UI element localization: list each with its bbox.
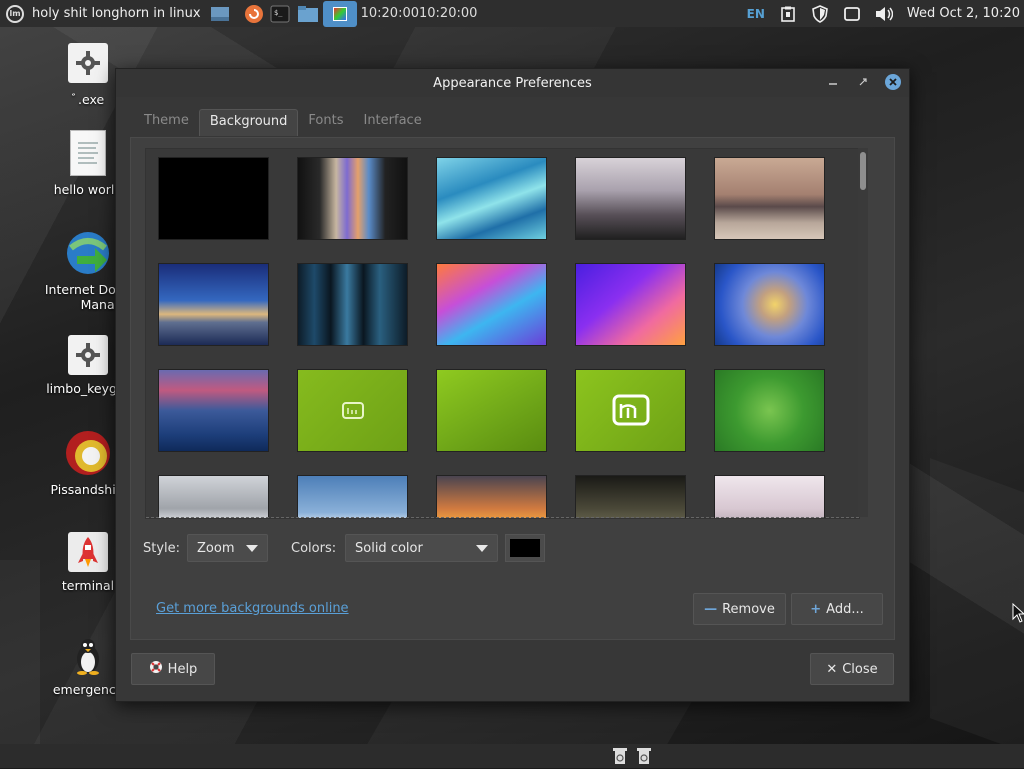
- thumbnail-scrollbar[interactable]: [858, 148, 868, 517]
- tab-fonts[interactable]: Fonts: [298, 109, 353, 135]
- scrollbar-thumb[interactable]: [860, 152, 866, 190]
- get-more-backgrounds-link[interactable]: Get more backgrounds online: [156, 601, 349, 616]
- tab-interface[interactable]: Interface: [353, 109, 431, 135]
- network-icon[interactable]: [843, 5, 861, 23]
- colors-label: Colors:: [291, 541, 337, 556]
- wallpaper-thumbnail[interactable]: [576, 370, 685, 451]
- wallpaper-thumbnail[interactable]: [437, 158, 546, 239]
- add-button[interactable]: + Add...: [791, 593, 883, 625]
- clipboard-icon[interactable]: [779, 5, 797, 23]
- volume-icon[interactable]: [875, 5, 893, 23]
- minus-icon: —: [704, 601, 718, 617]
- minimize-button[interactable]: [825, 74, 841, 90]
- remove-button[interactable]: — Remove: [693, 593, 786, 625]
- appearance-preferences-dialog: Appearance Preferences Theme Background …: [115, 68, 910, 702]
- mint-logo-icon: [342, 402, 364, 419]
- close-button[interactable]: ✕ Close: [810, 653, 894, 685]
- tab-theme[interactable]: Theme: [134, 109, 199, 135]
- dialog-titlebar[interactable]: Appearance Preferences: [116, 69, 909, 97]
- style-dropdown[interactable]: Zoom: [187, 534, 268, 562]
- shield-icon[interactable]: [811, 4, 829, 23]
- style-label: Style:: [143, 541, 181, 556]
- mint-menu-button[interactable]: lm: [4, 3, 26, 25]
- gear-icon: [68, 43, 108, 83]
- trash-full-icon[interactable]: [636, 746, 652, 765]
- colors-dropdown-value: Solid color: [355, 540, 423, 556]
- wallpaper-thumbnail[interactable]: [159, 476, 268, 518]
- keyboard-layout-indicator[interactable]: EN: [747, 7, 765, 21]
- files-folder-icon[interactable]: [297, 4, 319, 24]
- wallpaper-thumbnail[interactable]: [159, 158, 268, 239]
- penguin-icon: [68, 636, 108, 676]
- wallpaper-thumbnail[interactable]: [715, 158, 824, 239]
- clock-applet-text: 10:20:0010:20:00: [360, 6, 478, 21]
- text-document-icon: [70, 130, 106, 176]
- wallpaper-thumbnail[interactable]: [437, 476, 546, 518]
- add-button-label: Add...: [826, 601, 864, 617]
- wallpaper-thumbnail[interactable]: [576, 476, 685, 518]
- wallpaper-thumbnail[interactable]: [298, 370, 407, 451]
- rocket-icon: [68, 532, 108, 572]
- chevron-down-icon: [476, 544, 488, 552]
- svg-text:$_: $_: [274, 9, 283, 17]
- wallpaper-thumbnail[interactable]: [715, 476, 824, 518]
- wallpaper-thumbnail[interactable]: [159, 370, 268, 451]
- dialog-title: Appearance Preferences: [433, 75, 592, 91]
- help-button[interactable]: Help: [131, 653, 215, 685]
- idm-globe-icon: [65, 230, 111, 276]
- bottom-panel: [0, 744, 1024, 768]
- system-tray: EN Wed Oct 2, 10:20: [747, 0, 1024, 27]
- wallpaper-thumbnail[interactable]: [715, 370, 824, 451]
- wallpaper-thumbnail[interactable]: [576, 158, 685, 239]
- grid-bottom-edge: [146, 517, 859, 518]
- date-time-applet[interactable]: Wed Oct 2, 10:20: [907, 6, 1020, 21]
- wallpaper-thumbnail[interactable]: [437, 264, 546, 345]
- wallpaper-thumbnail[interactable]: [298, 476, 407, 518]
- maximize-button[interactable]: [855, 74, 871, 90]
- wallpaper-thumbnail[interactable]: [715, 264, 824, 345]
- browser-icon: [65, 430, 111, 476]
- help-button-label: Help: [167, 661, 198, 677]
- close-button-label: Close: [842, 661, 878, 677]
- wallpaper-thumbnail[interactable]: [159, 264, 268, 345]
- wallpaper-thumbnail[interactable]: [298, 158, 407, 239]
- terminal-icon[interactable]: $_: [269, 4, 291, 24]
- style-dropdown-value: Zoom: [197, 540, 235, 556]
- color-swatch-fill: [510, 539, 540, 557]
- show-desktop-icon[interactable]: [209, 4, 231, 24]
- colors-dropdown[interactable]: Solid color: [345, 534, 498, 562]
- background-tab-panel: Style: Zoom Colors: Solid color Get more…: [130, 137, 895, 640]
- active-window-title[interactable]: holy shit longhorn in linux: [32, 6, 201, 21]
- software-updater-icon[interactable]: [243, 4, 265, 24]
- wallpaper-thumbnail[interactable]: [298, 264, 407, 345]
- wallpaper-thumbnail[interactable]: [576, 264, 685, 345]
- wallpaper-thumbnail[interactable]: [437, 370, 546, 451]
- appearance-app-icon[interactable]: [322, 0, 357, 27]
- tab-background[interactable]: Background: [198, 109, 299, 136]
- top-panel: lm holy shit longhorn in linux $_ 10:20:…: [0, 0, 1024, 27]
- lifebuoy-icon: [149, 660, 163, 678]
- chevron-down-icon: [246, 544, 258, 552]
- plus-icon: +: [810, 601, 822, 617]
- gear-icon: [68, 335, 108, 375]
- color-picker-button[interactable]: [505, 534, 545, 562]
- tab-bar: Theme Background Fonts Interface: [134, 109, 432, 136]
- window-close-button[interactable]: [885, 74, 901, 90]
- mint-logo-icon: lm: [6, 4, 24, 23]
- trash-icon[interactable]: [612, 746, 628, 765]
- wallpaper-thumbnail-grid[interactable]: [145, 148, 860, 519]
- remove-button-label: Remove: [722, 601, 775, 617]
- mint-logo-icon: [612, 394, 650, 426]
- close-icon: ✕: [826, 661, 838, 677]
